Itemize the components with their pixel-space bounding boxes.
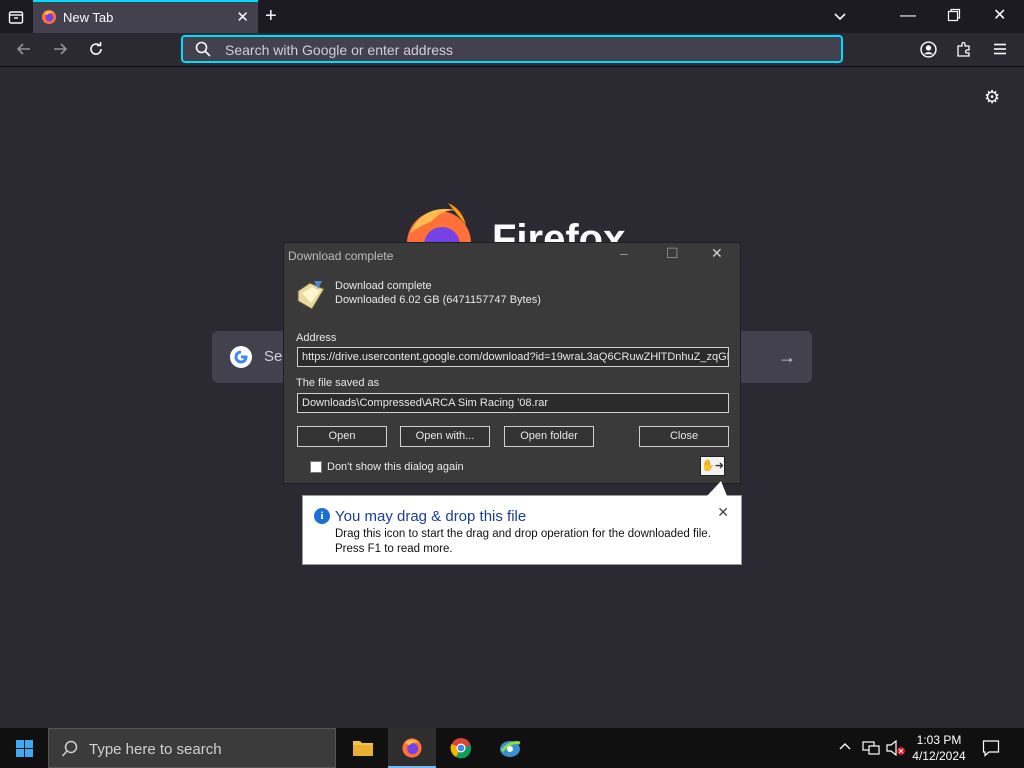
address-label: Address — [296, 332, 337, 344]
dialog-titlebar[interactable]: Download complete – ☐ ✕ — [284, 243, 740, 267]
drag-drop-tooltip: i You may drag & drop this file Drag thi… — [302, 481, 742, 565]
restore-icon[interactable] — [947, 8, 961, 26]
minimize-icon[interactable]: — — [900, 8, 916, 24]
address-input[interactable] — [225, 40, 825, 60]
close-window-icon[interactable]: ✕ — [993, 8, 1006, 24]
file-explorer-app[interactable] — [338, 728, 386, 768]
extensions-icon[interactable] — [956, 41, 972, 61]
tab-new-tab[interactable]: New Tab ✕ — [33, 0, 258, 33]
close-tab-icon[interactable]: ✕ — [236, 8, 249, 26]
address-field[interactable]: https://drive.usercontent.google.com/dow… — [297, 347, 729, 367]
reload-icon[interactable] — [88, 41, 104, 61]
dialog-minimize-icon[interactable]: – — [620, 245, 628, 261]
navigation-bar — [0, 33, 1024, 67]
clock-date: 4/12/2024 — [912, 749, 966, 763]
download-manager-app[interactable] — [486, 728, 534, 768]
back-icon[interactable] — [16, 41, 32, 61]
download-size-text: Downloaded 6.02 GB (6471157747 Bytes) — [335, 294, 541, 306]
google-icon — [230, 346, 252, 368]
volume-muted-icon[interactable] — [886, 739, 906, 760]
start-button[interactable] — [0, 728, 48, 768]
taskbar: Type here to search 1:03 PM 4/12/2024 — [0, 728, 1024, 768]
drag-drop-icon[interactable]: ✋➜ — [700, 456, 725, 476]
open-with-button[interactable]: Open with... — [400, 426, 490, 447]
arrow-right-icon[interactable]: → — [778, 347, 796, 368]
tooltip-title: You may drag & drop this file — [335, 508, 527, 525]
firefox-icon — [402, 738, 422, 758]
chevron-up-icon[interactable] — [838, 740, 852, 758]
dialog-title: Download complete — [288, 249, 394, 263]
tab-title: New Tab — [63, 10, 114, 25]
gear-icon[interactable]: ⚙ — [984, 88, 1000, 106]
list-all-tabs-icon[interactable] — [8, 9, 24, 29]
tab-bar: New Tab ✕ + — ✕ — [0, 0, 1024, 33]
taskbar-search[interactable]: Type here to search — [48, 728, 336, 768]
chevron-down-icon[interactable] — [832, 8, 848, 28]
folder-icon — [353, 741, 373, 756]
dialog-maximize-icon[interactable]: ☐ — [666, 245, 679, 262]
taskbar-search-placeholder: Type here to search — [89, 741, 222, 758]
system-clock[interactable]: 1:03 PM 4/12/2024 — [904, 732, 974, 764]
new-tab-icon[interactable]: + — [265, 6, 277, 26]
dialog-close-icon[interactable]: ✕ — [711, 245, 723, 262]
tooltip-pointer — [707, 481, 727, 496]
dont-show-label: Don't show this dialog again — [327, 461, 464, 473]
windows-icon — [16, 740, 33, 757]
network-icon[interactable] — [862, 740, 880, 760]
download-complete-dialog: Download complete – ☐ ✕ Download complet… — [283, 242, 741, 484]
tooltip-body: Drag this icon to start the drag and dro… — [335, 528, 711, 555]
open-folder-button[interactable]: Open folder — [504, 426, 594, 447]
chrome-icon — [450, 738, 472, 759]
download-folder-icon — [297, 281, 325, 310]
download-manager-icon — [500, 741, 521, 757]
tooltip-close-icon[interactable]: ✕ — [717, 504, 729, 521]
address-bar[interactable] — [181, 35, 843, 63]
dont-show-checkbox[interactable] — [310, 461, 322, 473]
search-icon — [195, 41, 211, 57]
forward-icon[interactable] — [52, 41, 68, 61]
chrome-app[interactable] — [437, 728, 485, 768]
menu-icon[interactable] — [992, 41, 1008, 61]
notifications-icon[interactable] — [982, 739, 1000, 761]
close-button[interactable]: Close — [639, 426, 729, 447]
saved-as-field[interactable]: Downloads\Compressed\ARCA Sim Racing '08… — [297, 393, 729, 413]
firefox-app[interactable] — [388, 728, 436, 768]
search-icon — [61, 740, 78, 757]
firefox-icon — [42, 10, 56, 24]
saved-as-label: The file saved as — [296, 377, 380, 389]
info-icon: i — [314, 508, 330, 524]
dialog-heading: Download complete — [335, 280, 432, 292]
open-button[interactable]: Open — [297, 426, 387, 447]
account-icon[interactable] — [920, 41, 937, 62]
clock-time: 1:03 PM — [916, 733, 962, 747]
